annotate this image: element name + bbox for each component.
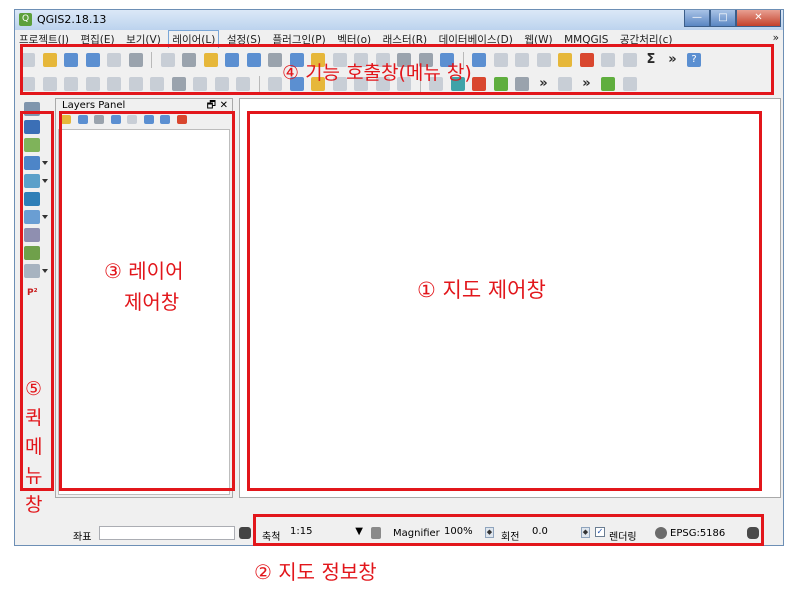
maximize-button[interactable]: □ bbox=[710, 10, 736, 27]
title-bar: Q QGIS2.18.13 — □ ✕ bbox=[15, 10, 783, 30]
coordinate-field[interactable] bbox=[99, 526, 235, 540]
layer-control-annotation-2: 제어창 bbox=[124, 290, 180, 314]
close-button[interactable]: ✕ bbox=[736, 10, 781, 27]
map-info-annotation: ② 지도 정보창 bbox=[254, 560, 377, 584]
quick-menu-char-3: 뉴 bbox=[25, 465, 43, 487]
menu-overflow-chevron[interactable]: » bbox=[773, 32, 779, 44]
layer-control-annotation-1: ③ 레이어 bbox=[104, 259, 184, 283]
qgis-logo-icon: Q bbox=[19, 13, 32, 26]
quick-menu-number: ⑤ bbox=[25, 378, 43, 400]
coordinate-label: 좌표 bbox=[73, 532, 92, 543]
quick-menu-char-4: 창 bbox=[25, 494, 43, 516]
map-canvas-annotation: ① 지도 제어창 bbox=[417, 278, 546, 302]
function-call-annotation: ④ 기능 호출창(메뉴 창) bbox=[282, 62, 472, 84]
quick-menu-char-2: 메 bbox=[25, 436, 43, 458]
window-title: QGIS2.18.13 bbox=[37, 13, 107, 26]
map-info-highlight bbox=[253, 514, 764, 546]
layers-panel-title: Layers Panel bbox=[62, 100, 126, 111]
quick-menu-char-1: 퀵 bbox=[25, 407, 43, 429]
quick-menu-annotation: ⑤ 퀵 메 뉴 창 bbox=[25, 375, 42, 520]
minimize-button[interactable]: — bbox=[684, 10, 710, 27]
mouse-extent-toggle-icon[interactable] bbox=[239, 527, 251, 539]
